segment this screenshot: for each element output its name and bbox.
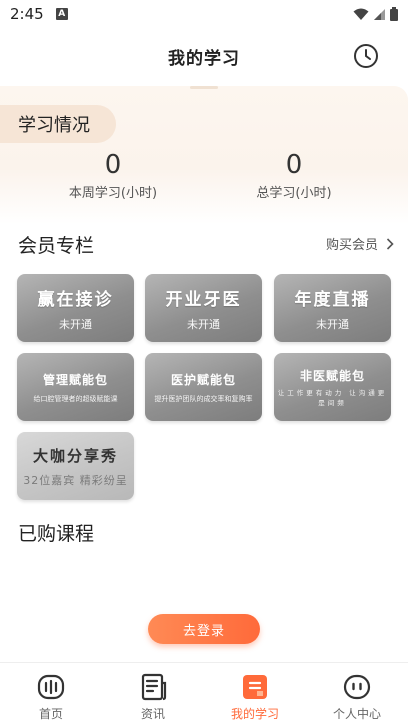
card-title: 医护赋能包 xyxy=(170,372,236,387)
nav-item-news[interactable]: 资讯 xyxy=(102,663,204,725)
status-indicators xyxy=(353,7,398,21)
member-card-non-medical-pack[interactable]: 非医赋能包 让工作更有动力 让沟通更是间频 xyxy=(274,353,391,421)
card-title: 大咖分享秀 xyxy=(32,446,118,465)
card-title: 年度直播 xyxy=(294,289,371,310)
history-button[interactable] xyxy=(352,42,380,70)
signal-icon xyxy=(374,8,385,20)
study-icon xyxy=(243,675,267,699)
card-title: 非医赋能包 xyxy=(299,368,365,383)
card-subtitle: 提升医护团队的成交率和复购率 xyxy=(154,394,253,403)
status-time: 2:45 xyxy=(10,5,44,23)
total-study-value: 0 xyxy=(285,150,303,180)
nav-item-my-study[interactable]: 我的学习 xyxy=(204,663,306,725)
card-subtitle: 32位嘉宾 精彩纷呈 xyxy=(23,473,128,487)
member-card-expert-show[interactable]: 大咖分享秀 32位嘉宾 精彩纷呈 xyxy=(17,432,134,500)
home-icon xyxy=(37,674,65,700)
card-status: 未开通 xyxy=(187,317,220,331)
nav-item-home[interactable]: 首页 xyxy=(0,663,102,725)
member-card-management-pack[interactable]: 管理赋能包 给口腔管理者的超级赋能课 xyxy=(17,353,134,421)
card-status: 未开通 xyxy=(59,317,92,331)
drag-indicator xyxy=(190,86,218,89)
total-study-stat: 0 总学习(小时) xyxy=(214,150,374,201)
card-title: 开业牙医 xyxy=(165,289,242,310)
bottom-nav: 首页 资讯 我的学习 个人中心 xyxy=(0,662,408,725)
card-subtitle: 给口腔管理者的超级赋能课 xyxy=(33,394,118,403)
member-section-title: 会员专栏 xyxy=(18,235,95,257)
card-subtitle: 让工作更有动力 让沟通更是间频 xyxy=(277,388,388,407)
profile-icon xyxy=(343,674,371,700)
page-title: 我的学习 xyxy=(168,48,240,69)
study-status-tag: 学习情况 xyxy=(0,105,116,143)
nav-item-profile[interactable]: 个人中心 xyxy=(306,663,408,725)
nav-label: 资讯 xyxy=(140,707,165,721)
weekly-study-label: 本周学习(小时) xyxy=(68,186,158,201)
card-status: 未开通 xyxy=(316,317,349,331)
nav-label: 首页 xyxy=(38,707,63,721)
weekly-study-value: 0 xyxy=(104,150,122,180)
nav-label: 我的学习 xyxy=(230,707,279,721)
card-title: 赢在接诊 xyxy=(37,289,114,310)
member-card-open-dentist[interactable]: 开业牙医 未开通 xyxy=(145,274,262,342)
buy-membership-link[interactable]: 购买会员 xyxy=(326,234,394,253)
login-button[interactable]: 去登录 xyxy=(148,614,260,644)
chevron-right-icon xyxy=(386,237,394,250)
header: 我的学习 xyxy=(0,28,408,84)
weekly-study-stat: 0 本周学习(小时) xyxy=(33,150,193,201)
card-title: 管理赋能包 xyxy=(42,372,108,387)
notification-icon: A xyxy=(55,8,68,20)
nav-label: 个人中心 xyxy=(332,707,381,721)
battery-icon xyxy=(390,7,398,21)
clock-icon xyxy=(354,44,378,68)
member-card-nursing-pack[interactable]: 医护赋能包 提升医护团队的成交率和复购率 xyxy=(145,353,262,421)
status-bar: 2:45 A xyxy=(0,0,408,28)
member-card-win-consultation[interactable]: 赢在接诊 未开通 xyxy=(17,274,134,342)
purchased-section-title: 已购课程 xyxy=(18,523,95,545)
member-card-annual-live[interactable]: 年度直播 未开通 xyxy=(274,274,391,342)
buy-membership-label: 购买会员 xyxy=(325,238,378,253)
total-study-label: 总学习(小时) xyxy=(256,186,332,201)
wifi-icon xyxy=(353,8,369,20)
news-icon xyxy=(141,673,167,701)
